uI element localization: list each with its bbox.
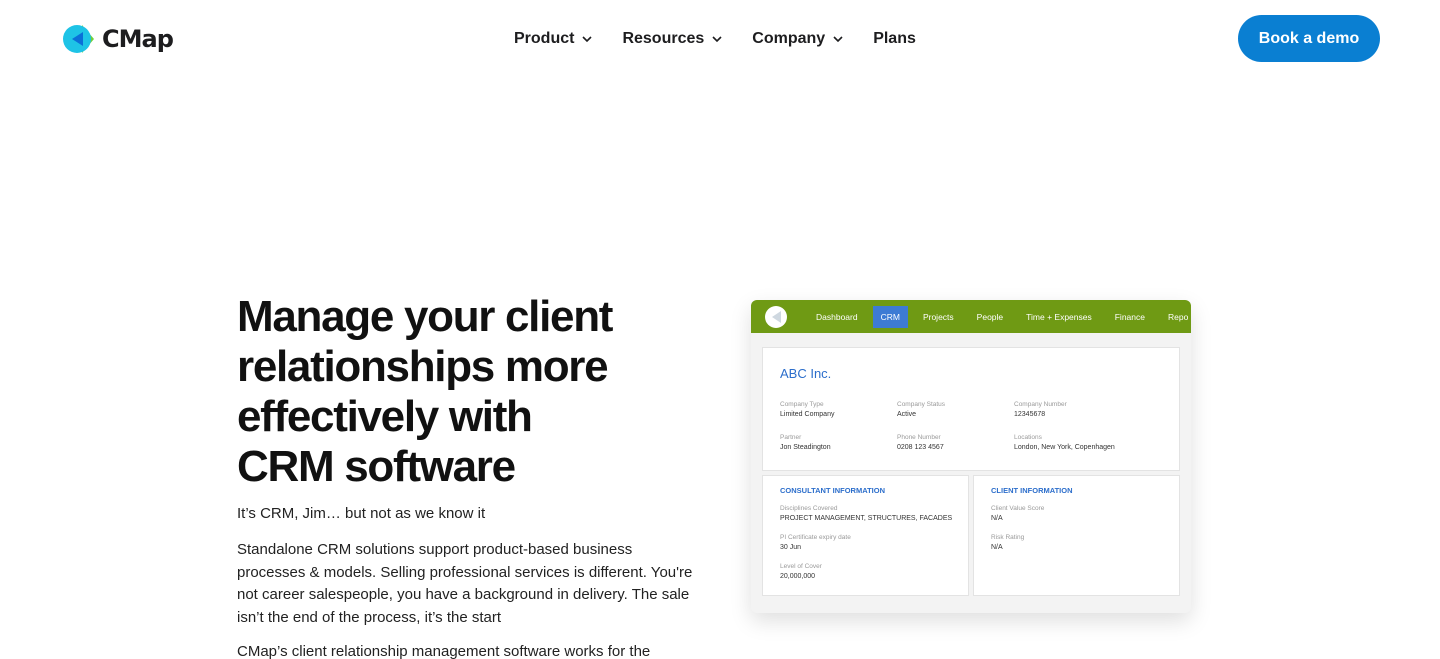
field-label: Partner — [780, 434, 802, 441]
nav-product[interactable]: Product — [514, 30, 593, 48]
field-value: London, New York, Copenhagen — [1014, 444, 1115, 451]
mockup-tab-reports: Repo — [1167, 312, 1189, 322]
hero-title-line: relationships more — [237, 342, 609, 391]
nav-plans[interactable]: Plans — [873, 30, 916, 48]
hero-title-line: CRM software — [237, 442, 516, 491]
site-header: CMap Product Resources Company Plans Boo… — [0, 0, 1440, 78]
hero-title-line: Manage your client — [237, 292, 613, 341]
mockup-tab-time-expenses: Time + Expenses — [1026, 312, 1092, 322]
consultant-info-card: CONSULTANT INFORMATION Disciplines Cover… — [762, 475, 969, 596]
mockup-app-bar: Dashboard CRM Projects People Time + Exp… — [751, 300, 1191, 333]
hero-tagline: It’s CRM, Jim… but not as we know it — [237, 505, 486, 522]
chevron-down-icon — [582, 36, 593, 43]
company-field: Company Type Limited Company — [780, 401, 834, 418]
mockup-tab-projects: Projects — [922, 312, 954, 322]
client-field: Client Value Score N/A — [991, 505, 1044, 522]
field-label: Level of Cover — [780, 563, 822, 570]
field-label: Locations — [1014, 434, 1042, 441]
mockup-tabs: Dashboard CRM Projects People Time + Exp… — [808, 306, 1191, 328]
field-label: Client Value Score — [991, 505, 1045, 512]
hero-title: Manage your client relationships more ef… — [237, 292, 707, 492]
field-label: Risk Rating — [991, 534, 1025, 541]
consultant-field: PI Certificate expiry date 30 Jun — [780, 534, 851, 551]
company-field: Locations London, New York, Copenhagen — [1014, 434, 1115, 451]
hero-paragraph: Standalone CRM solutions support product… — [237, 539, 717, 629]
company-field: Company Status Active — [897, 401, 945, 418]
field-label: Disciplines Covered — [780, 505, 838, 512]
field-value: Limited Company — [780, 411, 835, 418]
brand-name: CMap — [102, 25, 174, 53]
field-value: Jon Steadington — [780, 444, 831, 451]
book-demo-button[interactable]: Book a demo — [1238, 15, 1380, 62]
hero-paragraph-line: Standalone CRM solutions support product… — [237, 541, 633, 558]
client-field: Risk Rating N/A — [991, 534, 1024, 551]
field-label: Company Number — [1014, 401, 1067, 408]
field-value: N/A — [991, 544, 1003, 551]
chevron-down-icon — [712, 36, 722, 43]
field-value: 12345678 — [1014, 411, 1046, 418]
brand-logo[interactable]: CMap — [62, 22, 174, 56]
company-field: Company Number 12345678 — [1014, 401, 1067, 418]
hero-paragraph-line: isn’t the end of the process, it’s the s… — [237, 608, 502, 626]
field-value: 30 Jun — [780, 544, 802, 551]
field-value: 20,000,000 — [780, 573, 816, 580]
company-card: ABC Inc. Company Type Limited Company Co… — [762, 347, 1180, 471]
company-name: ABC Inc. — [780, 366, 832, 381]
chevron-down-icon — [833, 36, 843, 43]
nav-resources-label: Resources — [622, 30, 705, 47]
crm-screenshot-mockup: Dashboard CRM Projects People Time + Exp… — [751, 300, 1191, 613]
client-info-card: CLIENT INFORMATION Client Value Score N/… — [973, 475, 1180, 596]
nav-resources[interactable]: Resources — [622, 30, 722, 48]
consultant-field: Level of Cover 20,000,000 — [780, 563, 822, 580]
field-value: N/A — [991, 515, 1003, 522]
hero-paragraph-line: not career salespeople, you have a backg… — [237, 586, 690, 603]
field-label: Company Status — [897, 401, 946, 408]
nav-plans-label: Plans — [873, 30, 916, 47]
field-label: PI Certificate expiry date — [780, 534, 851, 541]
nav-company-label: Company — [752, 30, 826, 47]
mockup-tab-crm: CRM — [872, 306, 908, 328]
field-value: PROJECT MANAGEMENT, STRUCTURES, FACADES — [780, 515, 953, 522]
client-info-title: CLIENT INFORMATION — [991, 486, 1073, 495]
field-label: Phone Number — [897, 434, 941, 441]
consultant-info-title: CONSULTANT INFORMATION — [780, 486, 885, 495]
mockup-tab-people: People — [976, 312, 1004, 322]
mockup-tab-finance: Finance — [1114, 312, 1145, 322]
field-label: Company Type — [780, 401, 824, 408]
cmap-logo-icon — [63, 25, 94, 53]
hero-paragraph-line: processes & models. Selling professional… — [237, 563, 693, 581]
hero-paragraph-2: CMap’s client relationship management so… — [237, 643, 651, 659]
company-field: Phone Number 0208 123 4567 — [897, 434, 944, 451]
field-value: 0208 123 4567 — [897, 444, 944, 451]
mockup-logo-icon — [765, 306, 787, 328]
consultant-field: Disciplines Covered PROJECT MANAGEMENT, … — [780, 505, 952, 522]
nav-company[interactable]: Company — [752, 30, 843, 48]
company-field: Partner Jon Steadington — [780, 434, 831, 451]
nav-product-label: Product — [514, 30, 575, 47]
hero-title-line: effectively with — [237, 392, 533, 441]
field-value: Active — [897, 411, 917, 418]
main-nav: Product Resources Company Plans — [514, 28, 916, 50]
mockup-tab-dashboard: Dashboard — [816, 312, 858, 322]
